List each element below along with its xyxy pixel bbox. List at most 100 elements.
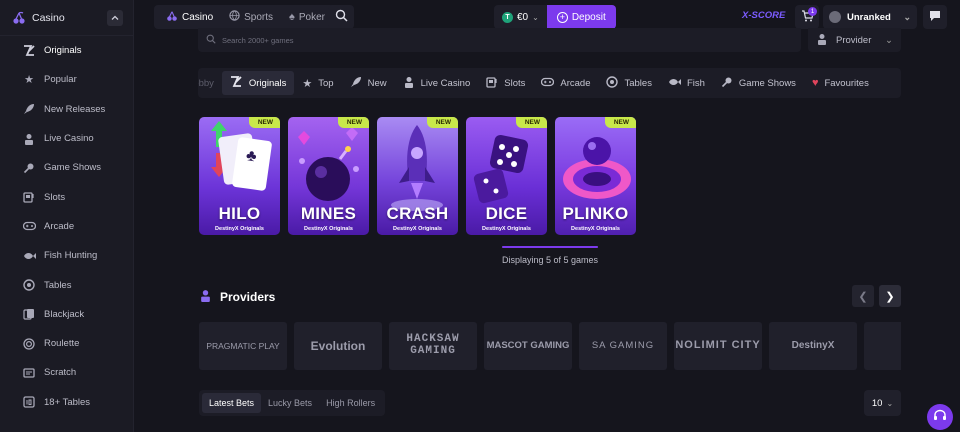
game-subtitle: DestinyX Originals xyxy=(304,226,353,232)
sidebar-item-live-casino[interactable]: Live Casino xyxy=(0,124,133,153)
sidebar-item-label: Arcade xyxy=(44,220,75,232)
tab-fish[interactable]: Fish xyxy=(660,71,713,95)
tab-latest-bets[interactable]: Latest Bets xyxy=(202,393,262,413)
sidebar-header[interactable]: Casino xyxy=(0,0,133,36)
provider-filter-label: Provider xyxy=(836,34,872,46)
provider-evolution[interactable]: Evolution xyxy=(294,322,382,370)
chevron-up-icon[interactable] xyxy=(107,9,123,26)
new-badge: NEW xyxy=(337,117,369,128)
chat-button[interactable] xyxy=(923,5,947,29)
tab-arcade[interactable]: Arcade xyxy=(533,71,598,95)
provider-partial[interactable] xyxy=(864,322,901,370)
cards-icon xyxy=(22,307,36,321)
sidebar-item-game-shows[interactable]: Game Shows xyxy=(0,153,133,182)
sidebar-item-popular[interactable]: ★ Popular xyxy=(0,65,133,94)
balance-amount: €0 xyxy=(517,11,529,23)
provider-destinyx[interactable]: DestinyX xyxy=(769,322,857,370)
chevron-down-icon: ⌄ xyxy=(885,34,893,46)
sidebar-item-18-tables[interactable]: 18+ Tables xyxy=(0,388,133,417)
provider-nolimit-city[interactable]: NOLIMIT CITY xyxy=(674,322,762,370)
game-card-plinko[interactable]: NEW PLINKO DestinyX Originals xyxy=(555,117,636,235)
search-button[interactable] xyxy=(328,5,354,29)
sidebar-item-fish-hunting[interactable]: Fish Hunting xyxy=(0,241,133,270)
new-badge: NEW xyxy=(604,117,636,128)
chat-icon xyxy=(929,10,941,25)
tab-label: Live Casino xyxy=(420,77,471,89)
provider-icon xyxy=(816,33,828,48)
sidebar-item-originals[interactable]: Originals xyxy=(0,36,133,65)
slot-machine-icon xyxy=(22,190,36,204)
providers-next-button[interactable]: ❯ xyxy=(879,285,901,307)
nav-poker-label: Poker xyxy=(298,11,326,23)
bets-page-size-select[interactable]: 10 ⌄ xyxy=(864,390,901,416)
games-progress-bar xyxy=(502,246,598,248)
cherry-icon xyxy=(166,10,178,25)
game-subtitle: DestinyX Originals xyxy=(215,226,264,232)
heart-icon: ♥ xyxy=(811,77,819,89)
nav-sports[interactable]: Sports xyxy=(221,7,281,27)
nav-poker[interactable]: ♠ Poker xyxy=(281,7,333,27)
sidebar-item-new-releases[interactable]: New Releases xyxy=(0,95,133,124)
tab-label: Lobby xyxy=(198,77,214,89)
tab-originals[interactable]: Originals xyxy=(221,71,295,95)
sidebar-item-label: New Releases xyxy=(44,103,106,115)
xscore-link[interactable]: X-SCORE xyxy=(742,10,785,21)
tab-new[interactable]: New xyxy=(342,71,395,95)
sidebar-item-roulette[interactable]: Roulette xyxy=(0,329,133,358)
nav-sports-label: Sports xyxy=(244,11,274,23)
providers-icon xyxy=(199,289,212,305)
tab-label: Originals xyxy=(248,77,287,89)
provider-mascot-gaming[interactable]: MASCOT GAMING xyxy=(484,322,572,370)
tab-slots[interactable]: Slots xyxy=(478,71,533,95)
game-title: HILO xyxy=(218,204,261,223)
provider-sa-gaming[interactable]: SA GAMING xyxy=(579,322,667,370)
deposit-button[interactable]: + Deposit xyxy=(546,5,616,29)
tab-lobby[interactable]: Lobby xyxy=(198,71,222,95)
provider-pragmatic-play[interactable]: PRAGMATIC PLAY xyxy=(199,322,287,370)
tab-favourites[interactable]: ♥ Favourites xyxy=(804,71,877,95)
tab-tables[interactable]: Tables xyxy=(598,71,659,95)
originals-icon xyxy=(22,44,36,58)
providers-prev-button[interactable]: ❮ xyxy=(852,285,874,307)
slot-machine-icon xyxy=(486,76,498,91)
provider-hacksaw-gaming[interactable]: HACKSAW GAMING xyxy=(389,322,477,370)
tab-lucky-bets[interactable]: Lucky Bets xyxy=(261,393,319,413)
rank-dropdown[interactable]: Unranked ⌄ xyxy=(823,5,917,29)
sidebar-item-tables[interactable]: Tables xyxy=(0,270,133,299)
sidebar-item-label: Tables xyxy=(44,279,72,291)
tab-high-rollers[interactable]: High Rollers xyxy=(319,393,382,413)
provider-filter-dropdown[interactable]: Provider ⌄ xyxy=(808,28,901,52)
tab-game-shows[interactable]: Game Shows xyxy=(713,71,804,95)
game-card-crash[interactable]: NEW CRASH DestinyX Originals xyxy=(377,117,458,235)
sidebar-title: Casino xyxy=(32,11,65,24)
sidebar-item-label: Blackjack xyxy=(44,308,85,320)
game-title: DICE xyxy=(485,204,528,223)
tab-label: Game Shows xyxy=(738,77,796,89)
sidebar-item-slots[interactable]: Slots xyxy=(0,182,133,211)
search-icon xyxy=(335,9,348,25)
sidebar-item-arcade[interactable]: Arcade xyxy=(0,212,133,241)
rocket-icon xyxy=(350,76,362,91)
nav-casino[interactable]: Casino xyxy=(158,7,221,27)
sidebar-item-label: Roulette xyxy=(44,338,80,350)
game-card-hilo[interactable]: ♣ NEW HILO DestinyX Originals xyxy=(199,117,280,235)
roulette-icon xyxy=(22,337,36,351)
balance-selector[interactable]: T €0 ⌄ xyxy=(494,5,547,29)
cherry-icon xyxy=(12,11,26,25)
cart-button[interactable]: 1 xyxy=(795,5,819,29)
microphone-icon xyxy=(22,161,36,175)
game-card-dice[interactable]: NEW DICE DestinyX Originals xyxy=(466,117,547,235)
search-icon xyxy=(206,34,216,46)
displaying-count: Displaying 5 of 5 games xyxy=(501,255,599,265)
tab-top[interactable]: ★ Top xyxy=(294,71,341,95)
tab-label: Arcade xyxy=(560,77,591,89)
sidebar-item-scratch[interactable]: Scratch xyxy=(0,358,133,387)
dealer-icon xyxy=(403,76,415,91)
chevron-right-icon: ❯ xyxy=(885,290,895,303)
game-card-mines[interactable]: NEW MINES DestinyX Originals xyxy=(288,117,369,235)
sidebar-item-blackjack[interactable]: Blackjack xyxy=(0,300,133,329)
tab-live-casino[interactable]: Live Casino xyxy=(395,71,479,95)
gamepad-icon xyxy=(22,219,36,233)
game-search-input[interactable]: Search 2000+ games xyxy=(198,28,801,52)
support-chat-button[interactable] xyxy=(927,404,953,430)
